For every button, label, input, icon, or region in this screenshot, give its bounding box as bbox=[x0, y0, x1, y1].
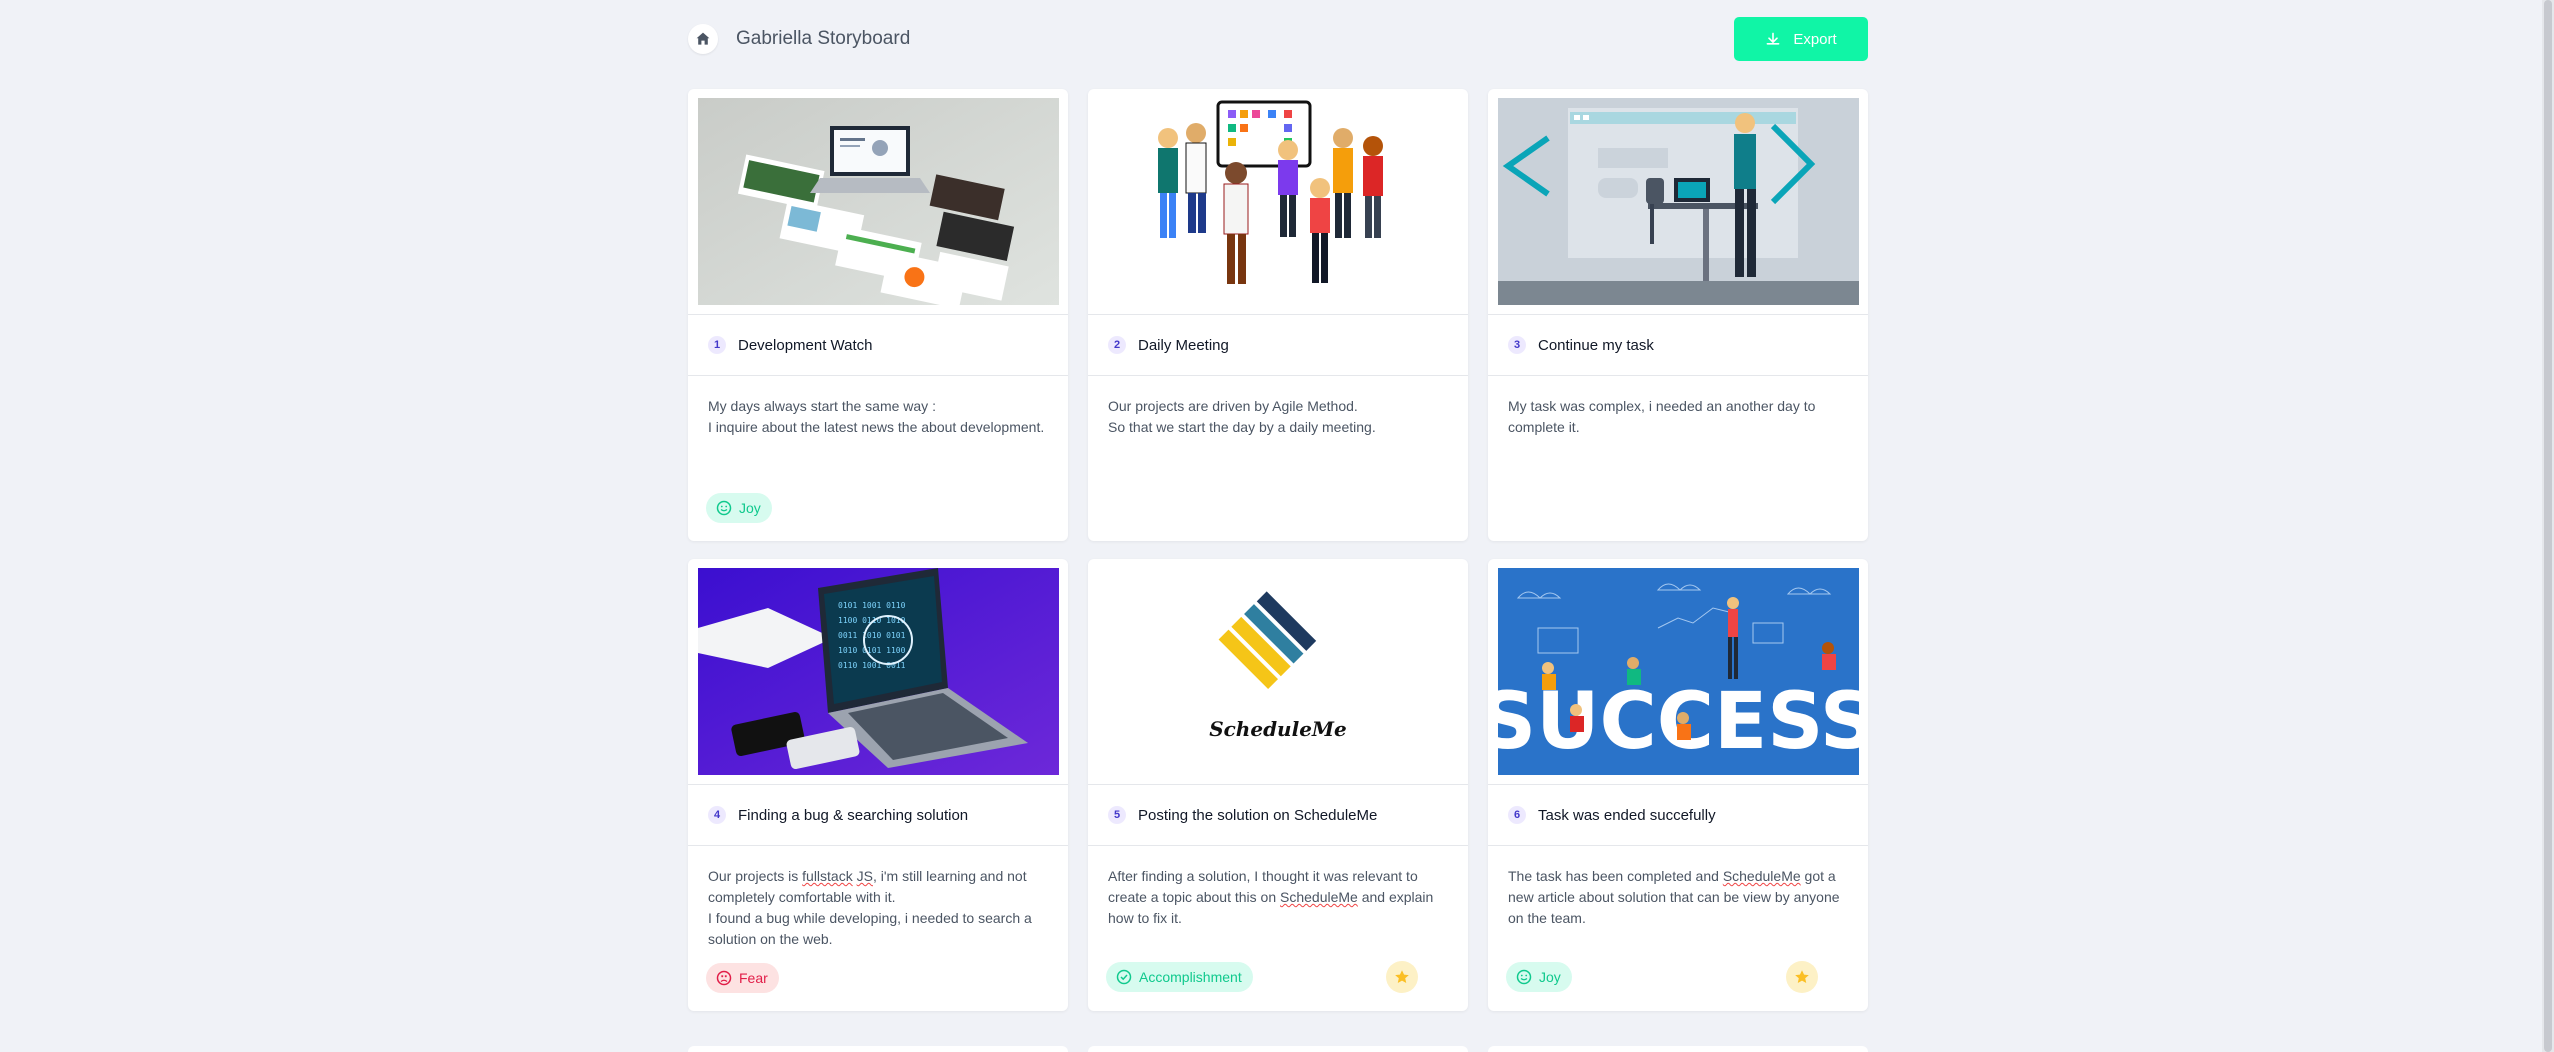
bug-search-image: 0101 1001 0110 1100 0110 1010 0011 1010 … bbox=[697, 568, 1059, 775]
download-icon bbox=[1766, 32, 1780, 45]
emotion-label: Accomplishment bbox=[1139, 969, 1242, 985]
story-card-peek[interactable] bbox=[1088, 1046, 1468, 1052]
story-card-peek[interactable] bbox=[688, 1046, 1068, 1052]
logo-text: ScheduleMe bbox=[1209, 717, 1347, 741]
story-card[interactable]: 0101 1001 0110 1100 0110 1010 0011 1010 … bbox=[688, 559, 1068, 1011]
card-title: Daily Meeting bbox=[1138, 336, 1229, 354]
star-icon bbox=[1795, 970, 1809, 983]
step-number-badge: 2 bbox=[1108, 336, 1126, 354]
success-image: SUCCESS bbox=[1497, 568, 1859, 775]
continue-task-image bbox=[1497, 98, 1859, 305]
card-description: My days always start the same way : I in… bbox=[708, 398, 1045, 435]
card-title: Development Watch bbox=[738, 336, 873, 354]
card-image-area: 0101 1001 0110 1100 0110 1010 0011 1010 … bbox=[688, 559, 1068, 785]
scrollbar-thumb[interactable] bbox=[2544, 0, 2552, 1052]
frown-icon bbox=[716, 970, 732, 986]
card-description: After finding a solution, I thought it w… bbox=[1108, 866, 1448, 929]
next-row-cards-peek bbox=[688, 1046, 1868, 1052]
check-circle-icon bbox=[1116, 969, 1132, 985]
card-title-row: 5 Posting the solution on ScheduleMe bbox=[1088, 785, 1468, 846]
svg-text:1010 0101 1100: 1010 0101 1100 bbox=[838, 646, 906, 655]
card-body: After finding a solution, I thought it w… bbox=[1088, 846, 1468, 1011]
step-number-badge: 5 bbox=[1108, 806, 1126, 824]
card-body: My days always start the same way : I in… bbox=[688, 376, 1068, 541]
text-fragment: Our projects is bbox=[708, 868, 803, 884]
card-title: Task was ended succefully bbox=[1538, 806, 1716, 824]
page-title: Gabriella Storyboard bbox=[736, 28, 911, 49]
story-card[interactable]: 1 Development Watch My days always start… bbox=[688, 89, 1068, 541]
step-number-badge: 1 bbox=[708, 336, 726, 354]
emotion-tag[interactable]: Joy bbox=[1506, 962, 1572, 992]
spellcheck-word: ScheduleMe bbox=[1280, 889, 1358, 905]
card-body: The task has been completed and Schedule… bbox=[1488, 846, 1868, 1011]
card-body: Our projects are driven by Agile Method.… bbox=[1088, 376, 1468, 541]
spellcheck-word: fullstack bbox=[802, 868, 853, 884]
daily-meeting-image bbox=[1097, 98, 1459, 305]
card-image-area bbox=[1488, 89, 1868, 315]
card-description: My task was complex, i needed an another… bbox=[1508, 398, 1816, 435]
card-body: Our projects is fullstack JS, i'm still … bbox=[688, 846, 1068, 1011]
home-icon bbox=[696, 32, 710, 45]
spellcheck-word: ScheduleMe bbox=[1722, 868, 1801, 884]
card-title: Posting the solution on ScheduleMe bbox=[1138, 806, 1378, 824]
card-body: My task was complex, i needed an another… bbox=[1488, 376, 1868, 541]
card-title-row: 6 Task was ended succefully bbox=[1488, 785, 1868, 846]
card-footer: Joy bbox=[706, 493, 1018, 523]
smile-icon bbox=[1516, 969, 1532, 985]
card-image-area bbox=[688, 89, 1068, 315]
card-footer: Joy bbox=[1506, 961, 1818, 993]
scheduleme-logo-image: ScheduleMe bbox=[1097, 568, 1459, 775]
header-left: Gabriella Storyboard bbox=[688, 24, 910, 54]
card-title: Finding a bug & searching solution bbox=[738, 806, 969, 824]
emotion-label: Fear bbox=[739, 970, 768, 986]
story-card[interactable]: 2 Daily Meeting Our projects are driven … bbox=[1088, 89, 1468, 541]
card-title: Continue my task bbox=[1538, 336, 1654, 354]
story-card[interactable]: SUCCESS 6 Task was ended succefully The … bbox=[1488, 559, 1868, 1011]
favorite-star-button[interactable] bbox=[1786, 961, 1818, 993]
card-footer: Accomplishment bbox=[1106, 961, 1418, 993]
svg-text:0101 1001 0110: 0101 1001 0110 bbox=[838, 601, 906, 610]
home-button[interactable] bbox=[688, 24, 718, 54]
smile-icon bbox=[716, 500, 732, 516]
star-icon bbox=[1395, 970, 1409, 983]
emotion-tag[interactable]: Fear bbox=[706, 963, 779, 993]
story-card-peek[interactable] bbox=[1488, 1046, 1868, 1052]
storyboard-grid: 1 Development Watch My days always start… bbox=[688, 89, 1868, 1011]
text-fragment: The task has been completed and bbox=[1508, 868, 1723, 884]
step-number-badge: 6 bbox=[1508, 806, 1526, 824]
emotion-label: Joy bbox=[739, 500, 761, 516]
page-header: Gabriella Storyboard Export bbox=[688, 17, 1868, 61]
step-number-badge: 4 bbox=[708, 806, 726, 824]
favorite-star-button[interactable] bbox=[1386, 961, 1418, 993]
story-card[interactable]: ScheduleMe 5 Posting the solution on Sch… bbox=[1088, 559, 1468, 1011]
card-title-row: 4 Finding a bug & searching solution bbox=[688, 785, 1068, 846]
card-title-row: 3 Continue my task bbox=[1488, 315, 1868, 376]
card-footer: Fear bbox=[706, 963, 1018, 993]
card-description: The task has been completed and Schedule… bbox=[1508, 866, 1848, 929]
card-title-row: 2 Daily Meeting bbox=[1088, 315, 1468, 376]
emotion-label: Joy bbox=[1539, 969, 1561, 985]
card-title-row: 1 Development Watch bbox=[688, 315, 1068, 376]
card-image-area: SUCCESS bbox=[1488, 559, 1868, 785]
emotion-tag[interactable]: Accomplishment bbox=[1106, 962, 1253, 992]
card-description: Our projects are driven by Agile Method.… bbox=[1108, 398, 1376, 435]
svg-text:0011 1010 0101: 0011 1010 0101 bbox=[838, 631, 906, 640]
export-button[interactable]: Export bbox=[1734, 17, 1868, 61]
card-image-area: ScheduleMe bbox=[1088, 559, 1468, 785]
success-word: SUCCESS bbox=[1498, 677, 1859, 767]
development-watch-image bbox=[697, 98, 1059, 305]
card-image-area bbox=[1088, 89, 1468, 315]
page-scrollbar[interactable] bbox=[2542, 0, 2554, 1052]
spellcheck-word: JS bbox=[856, 868, 873, 884]
step-number-badge: 3 bbox=[1508, 336, 1526, 354]
card-description: Our projects is fullstack JS, i'm still … bbox=[708, 866, 1048, 950]
emotion-tag[interactable]: Joy bbox=[706, 493, 772, 523]
export-label: Export bbox=[1793, 30, 1837, 48]
story-card[interactable]: 3 Continue my task My task was complex, … bbox=[1488, 89, 1868, 541]
